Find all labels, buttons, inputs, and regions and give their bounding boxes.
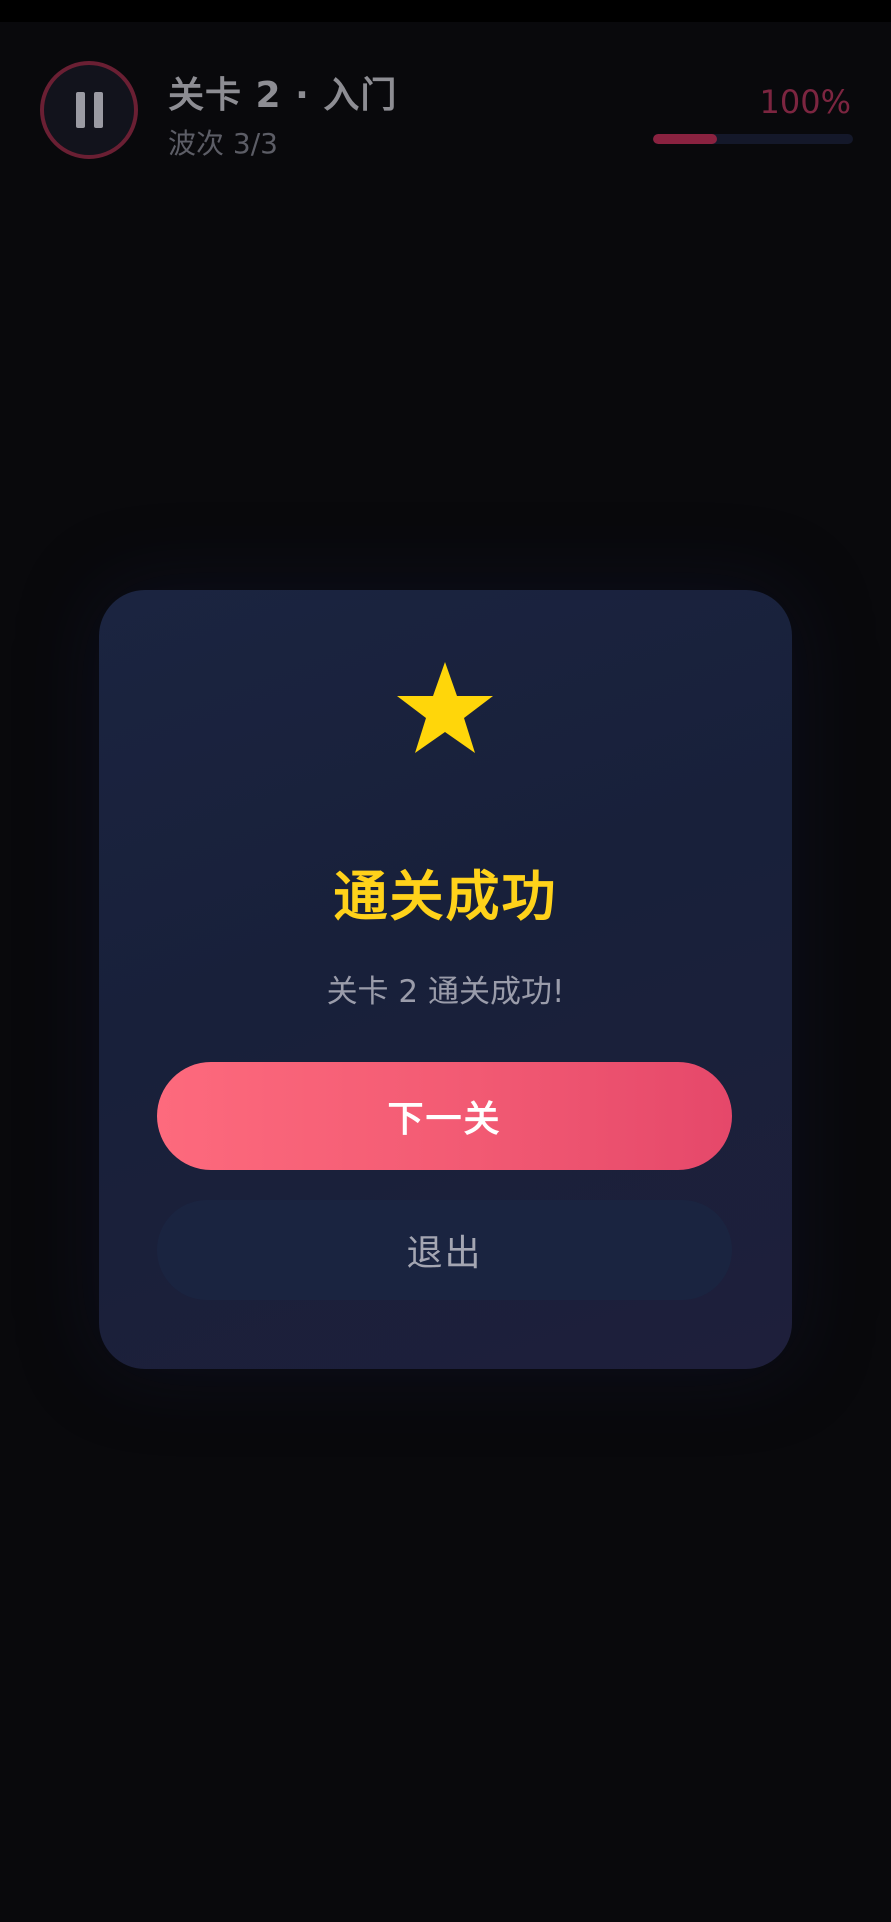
pause-button[interactable] — [40, 61, 138, 159]
dialog-message: 关卡 2 通关成功! — [326, 974, 565, 1010]
exit-button[interactable]: 退出 — [157, 1200, 732, 1300]
level-title: 关卡 2 · 入门 — [168, 75, 398, 116]
star-icon — [397, 662, 493, 753]
level-complete-dialog: 通关成功 关卡 2 通关成功! 下一关 退出 — [99, 590, 792, 1369]
status-bar — [0, 0, 891, 22]
pause-icon — [75, 92, 85, 128]
pause-icon-bar — [93, 92, 103, 128]
dialog-title: 通关成功 — [333, 865, 558, 928]
progress-bar-fill — [653, 134, 717, 144]
next-level-button[interactable]: 下一关 — [157, 1062, 732, 1170]
progress-percent: 100% — [759, 83, 851, 121]
wave-label: 波次 3/3 — [168, 127, 278, 160]
game-screen: 关卡 2 · 入门 波次 3/3 100% 通关成功 关卡 2 通关成功! 下一… — [0, 0, 891, 1922]
progress-bar — [653, 134, 853, 144]
